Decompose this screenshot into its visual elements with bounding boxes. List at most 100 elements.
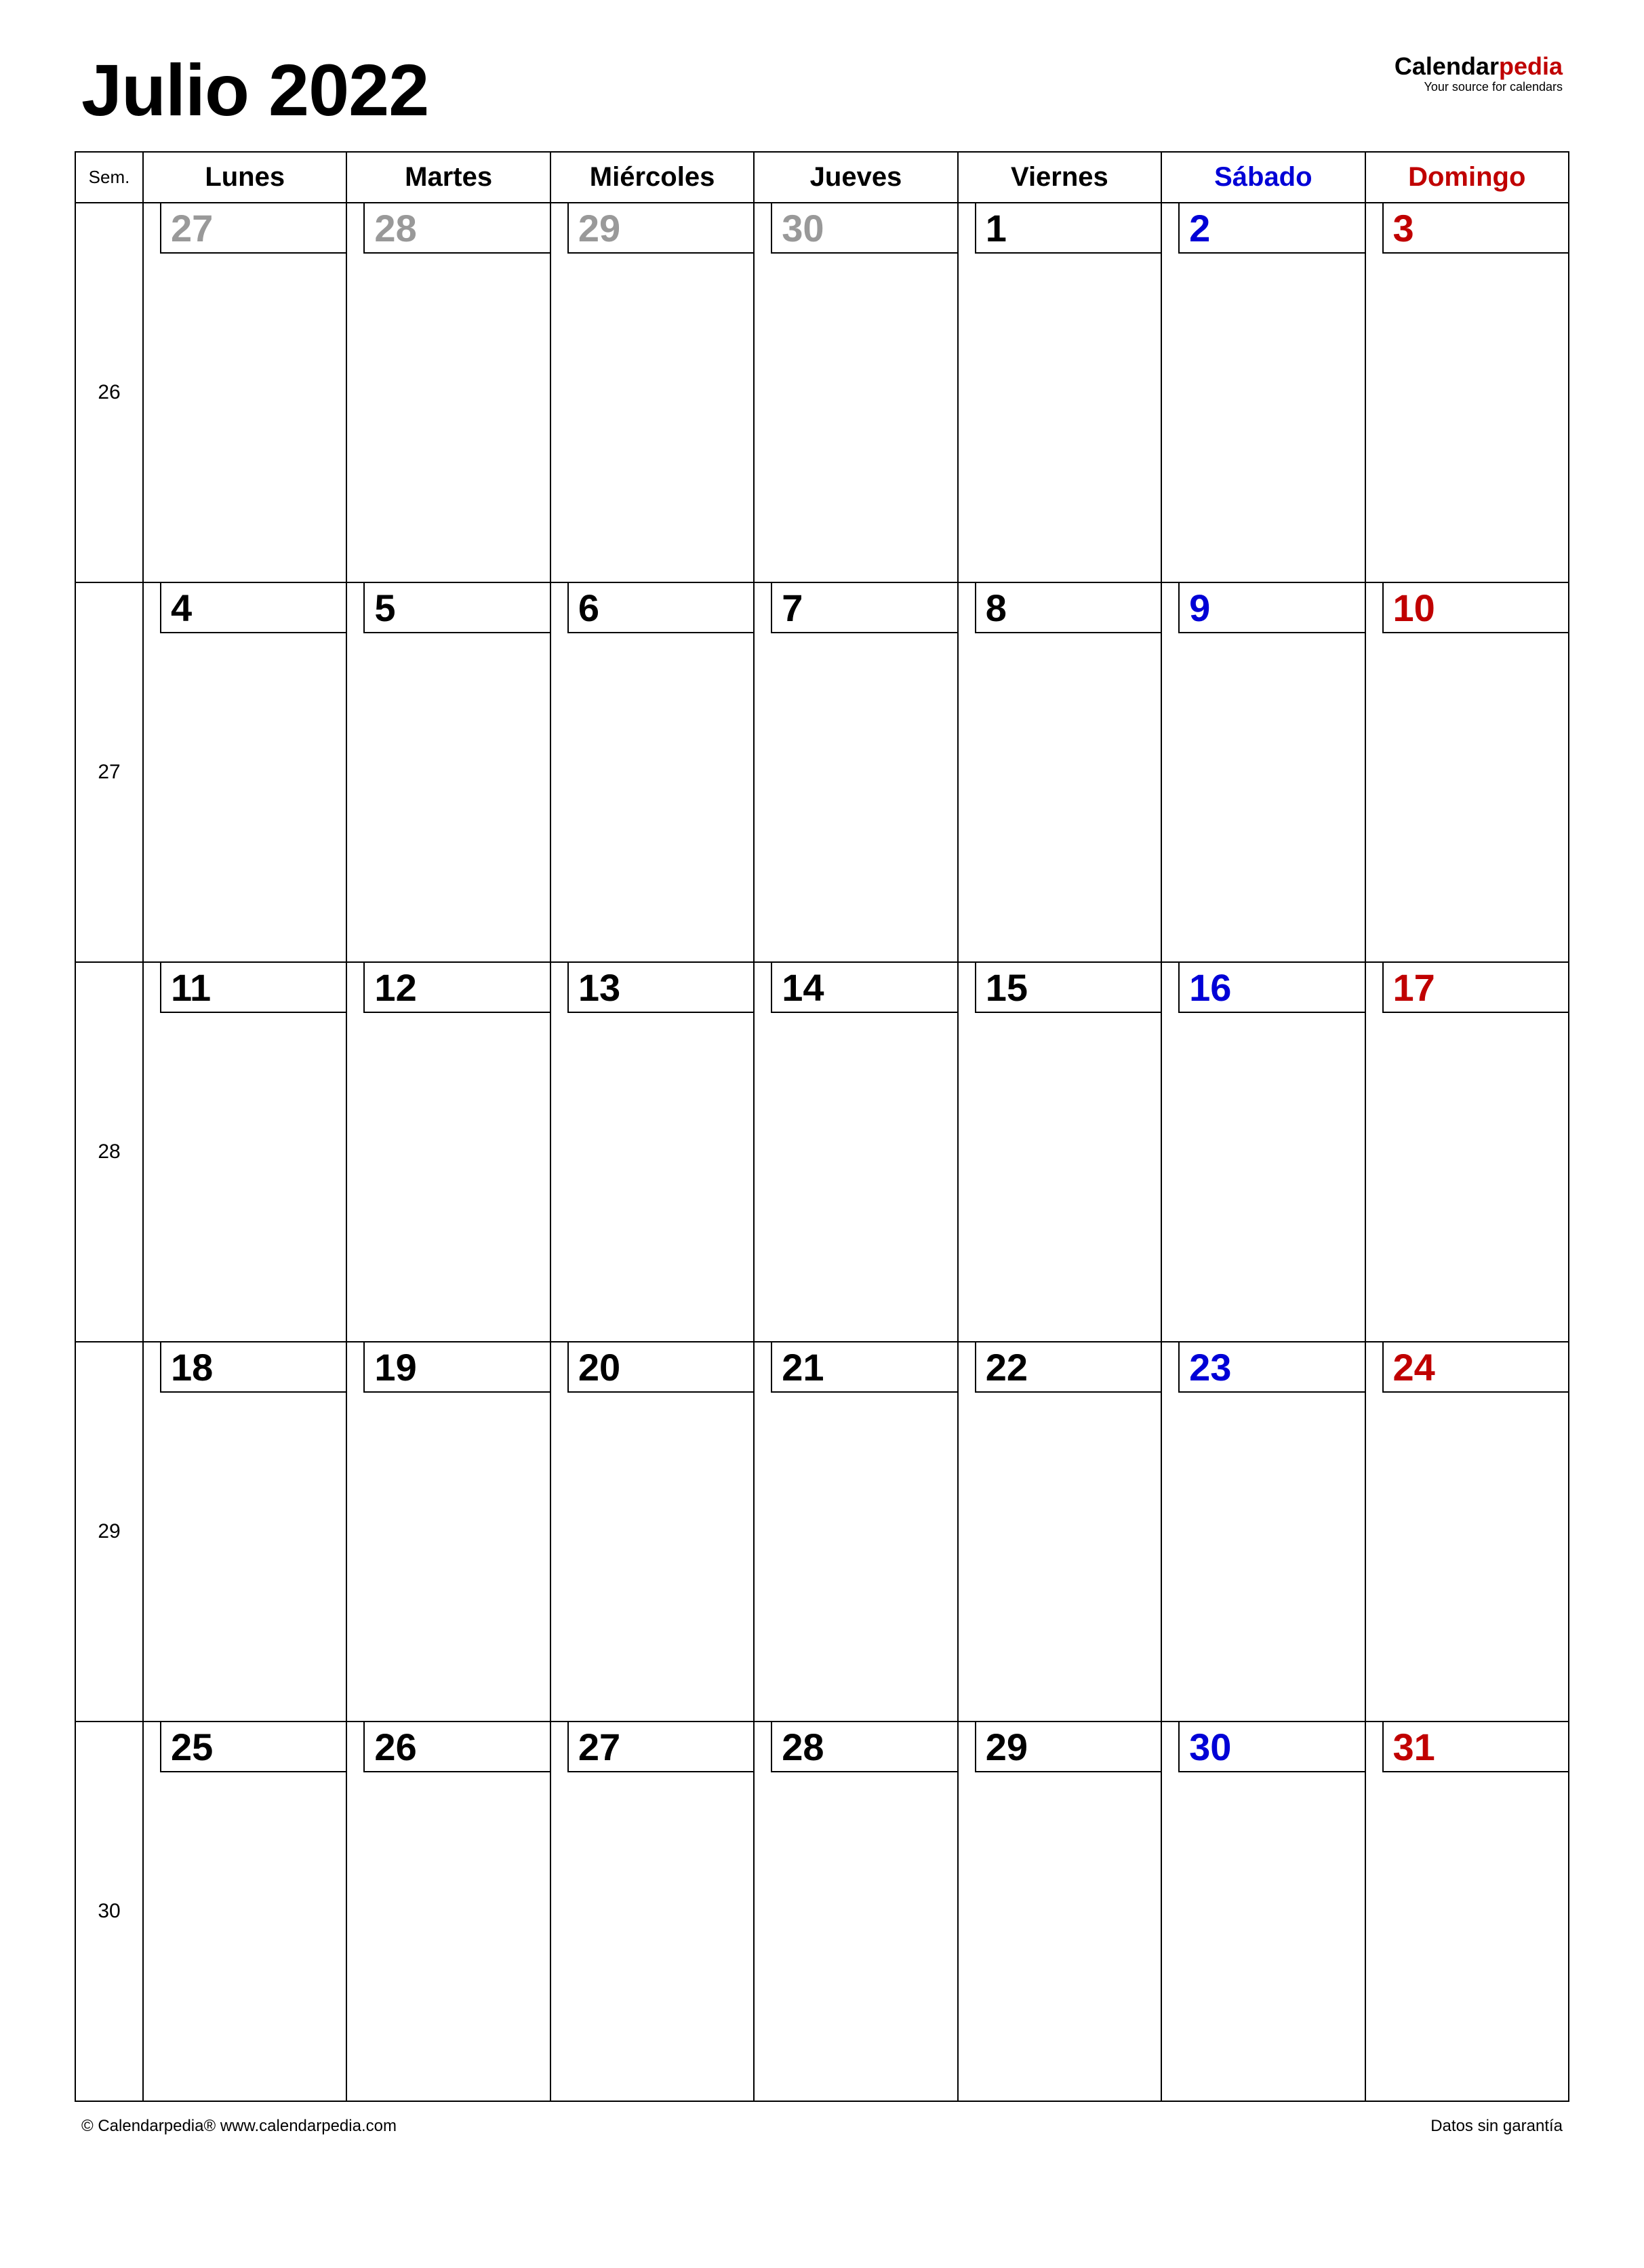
day-number: 8 xyxy=(986,586,1007,630)
day-number: 7 xyxy=(782,586,803,630)
week-number-cell: 30 xyxy=(75,1722,143,2101)
week-number-cell: 29 xyxy=(75,1342,143,1722)
day-number: 23 xyxy=(1189,1345,1231,1389)
day-number: 26 xyxy=(374,1725,416,1769)
day-number-box: 18 xyxy=(160,1342,346,1393)
day-cell: 5 xyxy=(346,582,550,962)
day-number: 17 xyxy=(1393,966,1435,1010)
day-number-box: 10 xyxy=(1382,583,1568,633)
day-number-box: 4 xyxy=(160,583,346,633)
day-number-box: 23 xyxy=(1178,1342,1364,1393)
day-cell: 12 xyxy=(346,962,550,1342)
day-number-box: 31 xyxy=(1382,1722,1568,1772)
day-number: 16 xyxy=(1189,966,1231,1010)
day-number: 13 xyxy=(578,966,620,1010)
day-header-thu: Jueves xyxy=(754,152,957,203)
footer-disclaimer: Datos sin garantía xyxy=(1430,2117,1563,2136)
day-number-box: 14 xyxy=(771,963,957,1013)
day-number: 28 xyxy=(782,1725,824,1769)
day-number: 27 xyxy=(171,206,213,250)
day-cell: 30 xyxy=(754,203,957,582)
day-number-box: 12 xyxy=(363,963,549,1013)
day-header-sun: Domingo xyxy=(1365,152,1569,203)
day-number: 14 xyxy=(782,966,824,1010)
week-number-header: Sem. xyxy=(75,152,143,203)
day-number: 4 xyxy=(171,586,192,630)
day-number-box: 24 xyxy=(1382,1342,1568,1393)
day-cell: 20 xyxy=(550,1342,754,1722)
day-number-box: 27 xyxy=(567,1722,753,1772)
day-cell: 19 xyxy=(346,1342,550,1722)
calendar-page: Julio 2022 Calendarpedia Your source for… xyxy=(0,0,1644,2268)
day-cell: 21 xyxy=(754,1342,957,1722)
week-number-cell: 28 xyxy=(75,962,143,1342)
day-cell: 23 xyxy=(1161,1342,1365,1722)
day-cell: 6 xyxy=(550,582,754,962)
header-row: Sem. Lunes Martes Miércoles Jueves Viern… xyxy=(75,152,1569,203)
brand-name-part1: Calendar xyxy=(1395,52,1499,80)
day-number-box: 2 xyxy=(1178,203,1364,254)
day-number-box: 27 xyxy=(160,203,346,254)
day-cell: 15 xyxy=(958,962,1161,1342)
day-cell: 7 xyxy=(754,582,957,962)
day-cell: 25 xyxy=(143,1722,346,2101)
day-number-box: 20 xyxy=(567,1342,753,1393)
day-header-sat: Sábado xyxy=(1161,152,1365,203)
day-cell: 26 xyxy=(346,1722,550,2101)
day-cell: 27 xyxy=(550,1722,754,2101)
brand-name: Calendarpedia xyxy=(1395,54,1563,79)
day-cell: 24 xyxy=(1365,1342,1569,1722)
page-header: Julio 2022 Calendarpedia Your source for… xyxy=(75,47,1569,132)
day-number: 10 xyxy=(1393,586,1435,630)
day-number: 5 xyxy=(374,586,395,630)
day-cell: 28 xyxy=(754,1722,957,2101)
day-cell: 14 xyxy=(754,962,957,1342)
day-cell: 29 xyxy=(550,203,754,582)
week-number-cell: 26 xyxy=(75,203,143,582)
day-number: 20 xyxy=(578,1345,620,1389)
day-number: 11 xyxy=(171,966,211,1010)
day-cell: 10 xyxy=(1365,582,1569,962)
day-number: 29 xyxy=(986,1725,1028,1769)
brand-tagline: Your source for calendars xyxy=(1395,80,1563,94)
day-cell: 17 xyxy=(1365,962,1569,1342)
day-number: 28 xyxy=(374,206,416,250)
day-number-box: 3 xyxy=(1382,203,1568,254)
day-header-mon: Lunes xyxy=(143,152,346,203)
day-number-box: 28 xyxy=(771,1722,957,1772)
day-number: 19 xyxy=(374,1345,416,1389)
day-number-box: 22 xyxy=(975,1342,1161,1393)
day-number: 12 xyxy=(374,966,416,1010)
day-number-box: 17 xyxy=(1382,963,1568,1013)
day-number-box: 15 xyxy=(975,963,1161,1013)
page-title: Julio 2022 xyxy=(81,47,428,132)
brand-name-part2: pedia xyxy=(1499,52,1563,80)
day-number-box: 26 xyxy=(363,1722,549,1772)
day-header-fri: Viernes xyxy=(958,152,1161,203)
day-number-box: 30 xyxy=(771,203,957,254)
day-cell: 31 xyxy=(1365,1722,1569,2101)
day-number: 27 xyxy=(578,1725,620,1769)
day-cell: 28 xyxy=(346,203,550,582)
page-footer: © Calendarpedia® www.calendarpedia.com D… xyxy=(75,2102,1569,2136)
day-number: 31 xyxy=(1393,1725,1435,1769)
calendar-row: 2745678910 xyxy=(75,582,1569,962)
day-header-tue: Martes xyxy=(346,152,550,203)
day-number-box: 30 xyxy=(1178,1722,1364,1772)
day-number: 30 xyxy=(782,206,824,250)
day-number-box: 19 xyxy=(363,1342,549,1393)
day-cell: 3 xyxy=(1365,203,1569,582)
day-number: 22 xyxy=(986,1345,1028,1389)
day-number-box: 8 xyxy=(975,583,1161,633)
calendar-table: Sem. Lunes Martes Miércoles Jueves Viern… xyxy=(75,151,1569,2102)
day-number: 21 xyxy=(782,1345,824,1389)
day-cell: 22 xyxy=(958,1342,1161,1722)
calendar-row: 26 27 28 29 30 1 23 xyxy=(75,203,1569,582)
day-number-box: 29 xyxy=(567,203,753,254)
day-cell: 4 xyxy=(143,582,346,962)
day-number-box: 1 xyxy=(975,203,1161,254)
day-number-box: 29 xyxy=(975,1722,1161,1772)
day-number: 29 xyxy=(578,206,620,250)
day-number: 1 xyxy=(986,206,1007,250)
day-header-wed: Miércoles xyxy=(550,152,754,203)
